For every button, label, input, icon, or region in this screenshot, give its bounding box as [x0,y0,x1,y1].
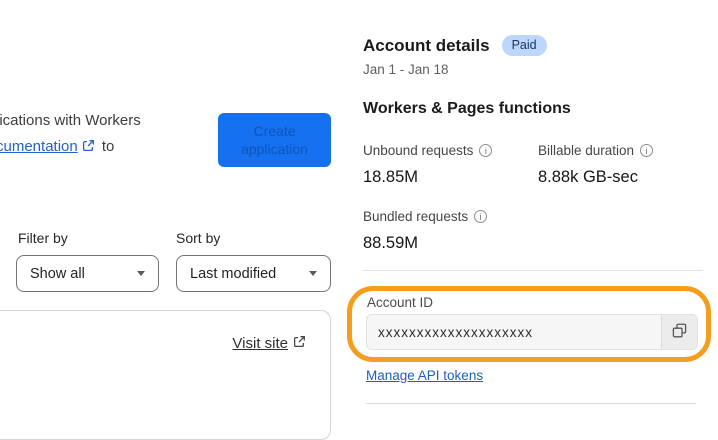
functions-title: Workers & Pages functions [363,100,571,117]
filter-dropdown-value: Show all [30,265,85,282]
intro-text: lications with Workers cumentation to [0,108,216,161]
sort-dropdown-value: Last modified [190,265,277,282]
chevron-down-icon [137,271,145,276]
stat-value: 88.59M [363,234,419,252]
stat-unbound-requests: Unbound requests 18.85M [363,143,493,187]
project-card: Visit site [0,310,331,440]
plan-badge: Paid [501,35,547,56]
divider [363,270,703,271]
create-application-button[interactable]: Create application [218,113,331,167]
create-button-line1: Create [253,123,296,139]
manage-api-tokens-link[interactable]: Manage API tokens [366,368,483,383]
intro-suffix: to [101,138,115,155]
divider [366,403,696,404]
filter-by-label: Filter by [18,230,68,246]
stat-bundled-requests: Bundled requests 88.59M [363,209,488,253]
account-id-value: xxxxxxxxxxxxxxxxxxxx [378,324,533,340]
stat-label: Unbound requests [363,143,474,158]
account-id-label: Account ID [367,295,434,310]
info-icon[interactable] [640,144,654,157]
info-icon[interactable] [479,144,493,157]
chevron-down-icon [309,271,317,276]
stat-label: Bundled requests [363,209,469,224]
external-link-icon [82,135,95,161]
sort-dropdown[interactable]: Last modified [176,255,331,292]
visit-site-link[interactable]: Visit site [232,335,306,352]
account-details-header: Account details Paid [363,35,547,56]
stat-label: Billable duration [538,143,635,158]
documentation-link[interactable]: cumentation [0,138,78,155]
intro-line1: lications with Workers [0,112,141,129]
copy-icon [672,323,687,341]
copy-button[interactable] [661,315,697,349]
account-details-title: Account details [363,35,490,55]
account-id-field[interactable]: xxxxxxxxxxxxxxxxxxxx [366,314,698,350]
stat-billable-duration: Billable duration 8.88k GB-sec [538,143,654,187]
stat-value: 8.88k GB-sec [538,168,638,186]
stat-value: 18.85M [363,168,419,186]
filter-dropdown[interactable]: Show all [16,255,159,292]
info-icon[interactable] [474,210,488,223]
sort-by-label: Sort by [176,230,221,246]
external-link-icon [293,335,306,352]
visit-site-label: Visit site [232,335,288,352]
create-button-line2: application [241,141,308,157]
date-range: Jan 1 - Jan 18 [363,62,449,77]
